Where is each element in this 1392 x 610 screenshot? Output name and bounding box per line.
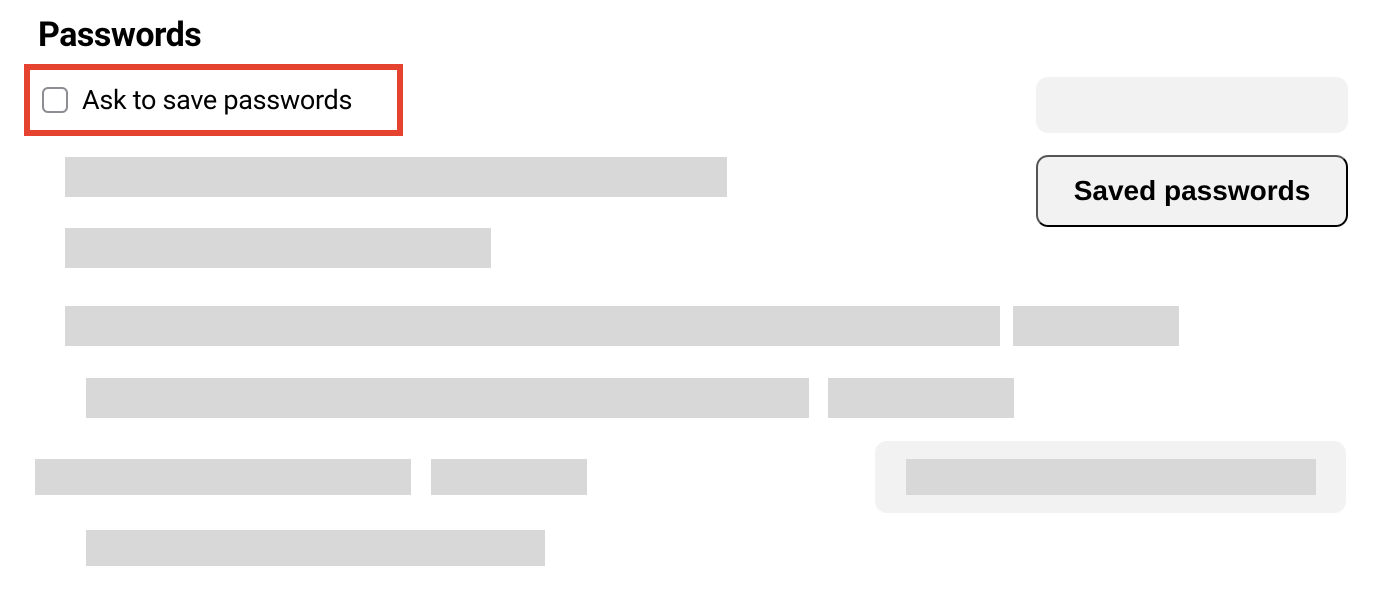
saved-passwords-button[interactable]: Saved passwords	[1036, 155, 1348, 227]
skeleton-bar	[906, 459, 1316, 495]
skeleton-bar	[35, 459, 411, 495]
ask-to-save-passwords-label: Ask to save passwords	[82, 84, 352, 116]
skeleton-bar	[86, 530, 545, 566]
skeleton-bar	[431, 459, 587, 495]
skeleton-bar	[828, 378, 1014, 418]
skeleton-bar	[65, 157, 727, 197]
skeleton-bar	[65, 306, 1000, 346]
skeleton-bar	[65, 228, 491, 268]
ask-to-save-passwords-row[interactable]: Ask to save passwords	[24, 64, 403, 136]
skeleton-bar	[1013, 306, 1179, 346]
right-action-placeholder-2	[875, 441, 1346, 513]
passwords-heading: Passwords	[38, 15, 201, 55]
ask-to-save-passwords-checkbox[interactable]	[42, 87, 68, 113]
right-action-placeholder-1	[1036, 77, 1348, 133]
skeleton-bar	[86, 378, 809, 418]
